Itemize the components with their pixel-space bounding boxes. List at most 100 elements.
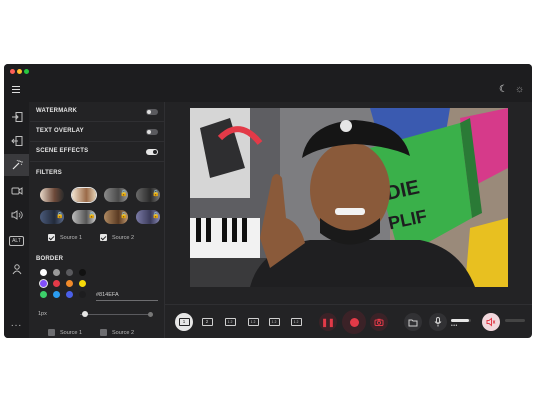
minimize-window-button[interactable] [17,69,22,74]
mic-level-fill [451,319,469,322]
layout-1-button[interactable]: 1 [175,313,193,331]
sidebar-item-alt[interactable]: ALT [4,230,29,252]
color-swatch[interactable] [53,280,60,287]
sidebar-rail: ALT ... [4,102,29,338]
record-icon [349,317,359,327]
speaker-mute-button[interactable] [482,313,500,331]
color-swatch[interactable] [53,291,60,298]
filter-thumb-cool[interactable]: 🔒 [136,210,160,224]
video-camera-icon [11,187,22,195]
layout-single-icon: 1 [178,318,190,326]
text-overlay-toggle[interactable] [146,129,158,135]
layout-second-icon: 2 [201,318,213,326]
border-title: BORDER [36,256,64,262]
lock-icon: 🔒 [120,213,128,219]
filter-thumb-sepia[interactable]: 🔒 [104,210,128,224]
sidebar-item-audio[interactable] [4,204,29,226]
microphone-button[interactable] [429,313,447,331]
layout-2-button[interactable]: 2 [198,313,216,331]
color-swatch[interactable] [79,280,86,287]
filter-thumb-gray[interactable]: 🔒 [104,188,128,202]
watermark-toggle[interactable] [146,109,158,115]
sidebar-item-effects[interactable] [4,154,29,176]
hamburger-icon[interactable] [12,86,20,93]
filter-thumb-color[interactable] [40,188,64,202]
effects-panel: WATERMARK TEXT OVERLAY SCENE EFFECTS FIL… [30,102,164,338]
export-icon [10,136,22,146]
border-thickness-label: 1px [38,311,47,317]
top-bar: ☾ ☼ [4,80,532,102]
open-folder-button[interactable] [404,313,422,331]
border-hex-input[interactable]: #814EFA [96,292,158,301]
filter-thumb-warm[interactable] [72,188,96,202]
speaker-icon [11,210,23,220]
sidebar-item-profile[interactable] [4,258,29,280]
layout-split-button[interactable]: 1 2 [265,313,283,331]
camera-icon [374,318,384,326]
filter-thumb-gray-dark[interactable]: 🔒 [136,188,160,202]
sidebar-item-export[interactable] [4,130,29,152]
control-bar: 1 2 1 2 1 2 1 2 1 2 ❚❚ ••• [165,304,532,338]
color-swatch[interactable] [66,269,73,276]
border-source-1-label: Source 1 [60,330,83,336]
lock-icon: 🔒 [152,213,160,219]
border-thickness-max [148,312,153,317]
color-swatch[interactable] [40,291,47,298]
mic-level-meter [451,319,471,322]
border-source-1-checkbox[interactable] [48,329,55,336]
color-swatch[interactable] [66,280,73,287]
border-source-2-checkbox[interactable] [100,329,107,336]
layout-split-icon: 1 2 [268,318,280,326]
moon-icon[interactable]: ☾ [499,84,508,96]
watermark-row: WATERMARK [30,102,164,122]
scene-effects-toggle[interactable] [146,149,158,155]
sun-icon[interactable]: ☼ [515,84,524,96]
color-swatch[interactable] [79,291,86,298]
layout-split-alt-button[interactable]: 1 2 [287,313,305,331]
pause-icon: ❚❚ [321,317,335,327]
color-swatch[interactable] [79,269,86,276]
lock-icon: 🔒 [56,213,64,219]
filter-thumb-dark-blue[interactable]: 🔒 [40,210,64,224]
filter-source-1-checkbox[interactable] [48,234,55,241]
filters-title: FILTERS [36,170,62,176]
text-overlay-label: TEXT OVERLAY [36,128,84,134]
magic-wand-icon [12,159,23,170]
sidebar-item-video[interactable] [4,180,29,202]
pause-button[interactable]: ❚❚ [319,313,337,331]
sidebar-item-import[interactable] [4,106,29,128]
snapshot-button[interactable] [370,313,388,331]
color-swatch[interactable] [66,291,73,298]
import-icon [11,112,22,122]
folder-icon [408,319,418,326]
alt-icon: ALT [9,236,24,246]
border-thickness-track[interactable] [80,314,152,315]
layout-pip-button[interactable]: 1 2 [221,313,239,331]
scene-effects-row: SCENE EFFECTS [30,142,164,162]
layout-pip-icon: 1 2 [224,318,236,326]
filter-source-2-checkbox[interactable] [100,234,107,241]
color-swatch[interactable] [53,269,60,276]
microphone-icon [434,317,442,327]
layout-split-alt-icon: 1 2 [290,318,302,326]
filter-source-1-label: Source 1 [60,235,83,241]
text-overlay-row: TEXT OVERLAY [30,122,164,142]
zoom-window-button[interactable] [24,69,29,74]
color-swatch[interactable] [40,269,47,276]
lock-icon: 🔒 [120,191,128,197]
layout-pip-alt-icon: 1 2 [247,318,259,326]
color-swatch[interactable] [40,280,47,287]
speaker-mute-icon [486,317,496,327]
sidebar-item-more[interactable]: ... [4,312,29,334]
mic-options-icon[interactable]: ••• [451,323,458,329]
record-button[interactable] [342,310,366,334]
border-thickness-thumb[interactable] [82,311,88,317]
border-source-2-label: Source 2 [112,330,135,336]
filter-thumb-mono[interactable]: 🔒 [72,210,96,224]
close-window-button[interactable] [10,69,15,74]
layout-pip-alt-button[interactable]: 1 2 [244,313,262,331]
camera-feed-image: DIE PLIF [190,108,508,287]
speaker-level-meter [505,319,525,322]
lock-icon: 🔒 [152,191,160,197]
video-preview: DIE PLIF [190,108,508,287]
